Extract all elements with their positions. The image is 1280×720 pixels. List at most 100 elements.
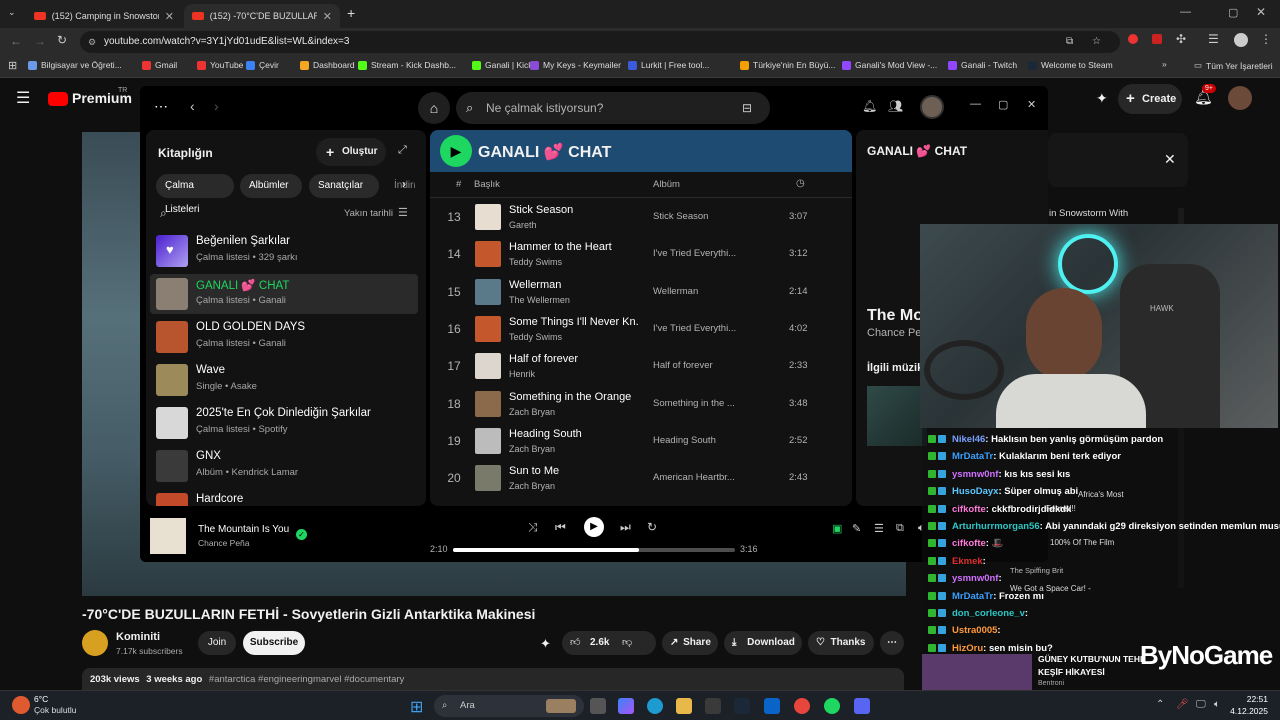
spotify-back-icon[interactable]: ‹ bbox=[190, 98, 195, 114]
chat-username[interactable]: cifkofte bbox=[952, 538, 986, 549]
library-item[interactable]: 2025'te En Çok Dinlediğin Şarkılar Çalma … bbox=[150, 403, 418, 443]
youtube-logo-icon[interactable] bbox=[48, 92, 68, 106]
track-row[interactable]: 13 Stick Season Gareth Stick Season 3:07 bbox=[430, 200, 852, 237]
extensions-puzzle-icon[interactable]: ✣ bbox=[1176, 32, 1186, 46]
close-tab-icon[interactable]: ✕ bbox=[165, 10, 174, 23]
bookmark-item[interactable]: Çevir bbox=[246, 60, 279, 70]
minimize-window-icon[interactable]: — bbox=[1180, 6, 1191, 18]
library-item[interactable]: GNX Albüm • Kendrick Lamar bbox=[150, 446, 418, 486]
more-actions-button[interactable]: ⋯ bbox=[880, 631, 904, 655]
subscribe-button[interactable]: Subscribe bbox=[243, 631, 305, 655]
weather-temp[interactable]: 6°C bbox=[34, 694, 48, 704]
weather-icon[interactable] bbox=[12, 696, 30, 714]
library-item[interactable]: OLD GOLDEN DAYS Çalma listesi • Ganali bbox=[150, 317, 418, 357]
bookmark-item[interactable]: Dashboard bbox=[300, 60, 355, 70]
close-window-icon[interactable]: ✕ bbox=[1256, 5, 1266, 19]
track-album[interactable]: Half of forever bbox=[653, 360, 739, 371]
download-button[interactable]: ⤓ Download bbox=[724, 631, 802, 655]
store-icon[interactable] bbox=[705, 698, 721, 714]
spotify-taskbar-icon[interactable] bbox=[824, 698, 840, 714]
play-playlist-button[interactable]: ▶ bbox=[440, 135, 472, 167]
track-album[interactable]: Wellerman bbox=[653, 286, 739, 297]
channel-name[interactable]: Kominiti bbox=[116, 631, 160, 643]
filter-chip[interactable]: Albümler bbox=[240, 174, 302, 198]
track-row[interactable]: 16 Some Things I'll Never Kn... Teddy Swim… bbox=[430, 312, 852, 349]
bookmark-item[interactable]: Gmail bbox=[142, 60, 177, 70]
now-playing-title[interactable]: The Mountain Is You bbox=[198, 524, 289, 535]
track-album[interactable]: Something in the ... bbox=[653, 398, 739, 409]
chat-username[interactable]: Nikel46 bbox=[952, 434, 985, 445]
url-field[interactable]: ⚙ youtube.com/watch?v=3Y1jYd01udE&list=W… bbox=[80, 31, 1120, 53]
apps-grid-icon[interactable]: ⊞ bbox=[8, 59, 17, 72]
library-search-icon[interactable]: ⌕ bbox=[160, 206, 167, 221]
clock-time[interactable]: 22:51 bbox=[1232, 694, 1268, 704]
hamburger-menu-icon[interactable]: ☰ bbox=[16, 88, 30, 108]
channel-avatar[interactable] bbox=[82, 630, 108, 656]
close-tab-icon[interactable]: ✕ bbox=[323, 10, 332, 23]
library-item[interactable]: Hardcore bbox=[150, 489, 418, 506]
chat-username[interactable]: cifkofte bbox=[952, 504, 986, 515]
chat-username[interactable]: MrDataTr bbox=[952, 591, 993, 602]
account-avatar[interactable] bbox=[1228, 86, 1252, 110]
filter-chip[interactable]: İndiril bbox=[385, 174, 415, 198]
bookmark-item[interactable]: Ganali | Kick bbox=[472, 60, 533, 70]
shuffle-icon[interactable]: ⤨ bbox=[528, 520, 538, 535]
next-track-icon[interactable]: ⏭ bbox=[620, 520, 631, 535]
description-box[interactable]: 203k views 3 weeks ago #antarctica #engi… bbox=[82, 668, 904, 690]
track-row[interactable]: 20 Sun to Me Zach Bryan American Heartbr...… bbox=[430, 461, 852, 498]
related-thumbnail[interactable] bbox=[867, 386, 927, 446]
now-playing-artist[interactable]: Chance Peña bbox=[198, 538, 250, 548]
tab-list-chevron-icon[interactable]: ⌄ bbox=[8, 7, 16, 18]
saved-check-icon[interactable]: ✓ bbox=[296, 529, 307, 540]
home-icon[interactable]: ⌂ bbox=[418, 92, 450, 124]
lyrics-icon[interactable]: ✎ bbox=[852, 522, 861, 535]
create-playlist-button[interactable]: + Oluştur bbox=[316, 138, 386, 166]
progress-bar[interactable] bbox=[453, 548, 735, 552]
track-row[interactable]: 15 Wellerman The Wellermen Wellerman 2:14 bbox=[430, 275, 852, 312]
bookmark-item[interactable]: Lurkit | Free tool... bbox=[628, 60, 709, 70]
spotify-close-icon[interactable]: ✕ bbox=[1027, 98, 1036, 111]
join-button[interactable]: Join bbox=[198, 631, 236, 655]
spotify-profile-avatar[interactable] bbox=[920, 95, 944, 119]
reload-icon[interactable]: ↻ bbox=[57, 33, 67, 47]
connect-device-icon[interactable]: ⧉ bbox=[896, 522, 904, 535]
all-bookmarks-folder[interactable]: ▭ Tüm Yer İşaretleri bbox=[1194, 60, 1273, 71]
chat-username[interactable]: ysmnw0nf bbox=[952, 573, 998, 584]
restore-window-icon[interactable]: ▢ bbox=[1228, 6, 1238, 19]
filter-chip[interactable]: Çalma Listeleri bbox=[156, 174, 234, 215]
more-bookmarks-icon[interactable]: » bbox=[1162, 59, 1167, 69]
bookmark-item[interactable]: Ganali - Twitch bbox=[948, 60, 1017, 70]
previous-track-icon[interactable]: ⏮ bbox=[555, 520, 566, 535]
browse-icon[interactable]: ⊟ bbox=[742, 92, 752, 124]
track-artist[interactable]: Zach Bryan bbox=[509, 407, 555, 417]
task-view-icon[interactable] bbox=[590, 698, 606, 714]
track-artist[interactable]: Teddy Swims bbox=[509, 332, 562, 342]
track-artist[interactable]: Zach Bryan bbox=[509, 444, 555, 454]
list-view-icon[interactable]: ☰ bbox=[398, 206, 408, 219]
chat-username[interactable]: HizOru bbox=[952, 643, 983, 654]
track-album[interactable]: American Heartbr... bbox=[653, 472, 739, 483]
profile-avatar-icon[interactable] bbox=[1234, 33, 1248, 47]
expand-library-icon[interactable]: ⤢ bbox=[398, 144, 407, 157]
bookmark-item[interactable]: Türkiye'nin En Büyü... bbox=[740, 60, 835, 70]
like-icon[interactable]: 👍︎ bbox=[570, 631, 580, 655]
track-artist[interactable]: Zach Bryan bbox=[509, 481, 555, 491]
new-tab-plus-icon[interactable]: + bbox=[347, 5, 355, 21]
copilot-icon[interactable] bbox=[618, 698, 634, 714]
cast-icon[interactable]: ⧉ bbox=[1066, 31, 1073, 53]
taskbar-search-box[interactable]: ⌕ Ara bbox=[434, 695, 584, 717]
extension-shield-icon[interactable] bbox=[1152, 34, 1162, 44]
forward-arrow-icon[interactable]: → bbox=[34, 34, 46, 48]
spotify-minimize-icon[interactable]: — bbox=[970, 98, 981, 110]
volume-tray-icon[interactable]: 🔈︎ bbox=[1214, 699, 1220, 710]
chat-username[interactable]: MrDataTr bbox=[952, 451, 993, 462]
track-album[interactable]: Stick Season bbox=[653, 211, 739, 222]
edge-icon[interactable] bbox=[647, 698, 663, 714]
now-playing-cover[interactable] bbox=[150, 518, 186, 554]
ai-sparkle-icon[interactable]: ✦ bbox=[1096, 90, 1108, 107]
tray-overflow-icon[interactable]: ⌃ bbox=[1156, 699, 1164, 710]
tab-camping[interactable]: (152) Camping in Snowstorm W ✕ bbox=[26, 4, 182, 28]
weather-desc[interactable]: Çok bulutlu bbox=[34, 705, 77, 715]
thanks-button[interactable]: ♡ Thanks bbox=[808, 631, 874, 655]
chat-username[interactable]: Arturhurrmorgan56 bbox=[952, 521, 1040, 532]
